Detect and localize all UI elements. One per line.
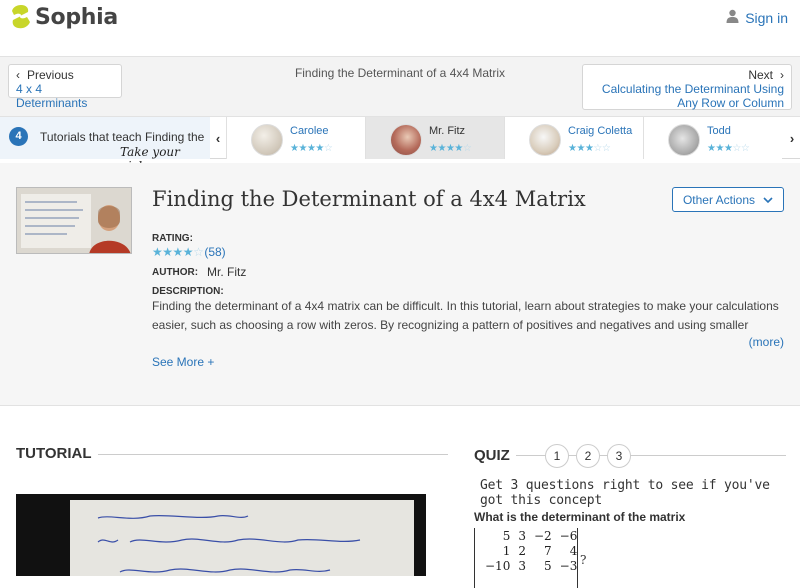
- star-empty-icon: ☆: [601, 143, 611, 154]
- logo-text: Sophia: [35, 4, 118, 30]
- quiz-step-2[interactable]: 2: [576, 444, 600, 468]
- star-empty-icon: ☆: [462, 143, 472, 154]
- chevron-down-icon: [763, 193, 773, 207]
- tutor-cards: Carolee ★★★★☆ Mr. Fitz ★★★★☆ Craig Colet…: [226, 117, 782, 159]
- star-filled-icon: ★: [576, 143, 585, 154]
- quiz-question: What is the determinant of the matrix: [474, 510, 686, 524]
- star-filled-icon: ★: [437, 143, 446, 154]
- other-actions-label: Other Actions: [682, 192, 756, 207]
- tutorials-strip: 4 Tutorials that teach Finding the Take …: [0, 117, 800, 173]
- tutor-avatar: [529, 124, 561, 156]
- matrix-cell: −6: [559, 529, 578, 543]
- rating-row: ★★★★☆ (58): [152, 245, 226, 259]
- tutor-avatar: [251, 124, 283, 156]
- tutor-rating-stars: ★★★★☆: [290, 143, 333, 154]
- more-link[interactable]: (more): [749, 335, 784, 349]
- star-filled-icon: ★: [162, 245, 173, 259]
- user-icon: [726, 9, 739, 26]
- video-thumbnail[interactable]: [16, 187, 132, 254]
- next-label: Next: [748, 68, 773, 82]
- tutorials-strip-text: Tutorials that teach Finding the: [40, 130, 205, 144]
- tutorials-strip-label: 4 Tutorials that teach Finding the Take …: [0, 117, 210, 173]
- tutorial-video-player[interactable]: [16, 494, 426, 576]
- question-mark: ?: [580, 553, 587, 567]
- matrix-cell: −3: [559, 559, 578, 573]
- strip-next-arrow-icon[interactable]: ›: [784, 117, 800, 159]
- matrix-cell: 3: [518, 559, 526, 573]
- matrix-cell: 5: [544, 559, 552, 573]
- matrix-cell: 2: [518, 544, 526, 558]
- description-text: Finding the determinant of a 4x4 matrix …: [152, 299, 779, 332]
- sign-in-label: Sign in: [745, 9, 788, 26]
- author-label: AUTHOR:: [152, 267, 199, 278]
- star-empty-icon: ☆: [732, 143, 741, 154]
- strip-prev-arrow-icon[interactable]: ‹: [210, 117, 226, 159]
- tutor-card-active[interactable]: Mr. Fitz ★★★★☆: [365, 117, 504, 159]
- star-empty-icon: ☆: [193, 245, 204, 259]
- tutorial-title: Finding the Determinant of a 4x4 Matrix: [152, 187, 586, 211]
- tutorial-details: Finding the Determinant of a 4x4 Matrix …: [0, 163, 800, 406]
- next-tutorial-link[interactable]: Next › Calculating the Determinant Using …: [582, 64, 792, 110]
- matrix-cell: 4: [569, 544, 578, 558]
- tutor-name: Todd: [707, 125, 731, 137]
- chevron-right-icon: ›: [780, 68, 784, 82]
- tutor-card[interactable]: Craig Coletta ★★★☆☆: [504, 117, 643, 159]
- question-matrix: 5 3 −2 −6 1 2 7 4 −10 3 5 −3: [474, 528, 578, 588]
- tutor-name: Mr. Fitz: [429, 125, 466, 137]
- tutor-rating-stars: ★★★★☆: [429, 143, 472, 154]
- star-empty-icon: ☆: [740, 143, 750, 154]
- tutorial-nav-row: ‹ Previous 4 x 4 Determinants Finding the…: [0, 57, 800, 117]
- tutorial-heading: TUTORIAL: [16, 445, 92, 462]
- star-filled-icon: ★: [172, 245, 184, 259]
- quiz-heading: QUIZ: [474, 447, 510, 464]
- tutorial-divider: [98, 454, 448, 455]
- matrix-cell: 3: [518, 529, 526, 543]
- star-filled-icon: ★: [298, 143, 307, 154]
- star-empty-icon: ☆: [593, 143, 602, 154]
- tutor-name: Craig Coletta: [568, 125, 633, 137]
- sign-in-link[interactable]: Sign in: [726, 9, 788, 26]
- star-filled-icon: ★: [315, 143, 324, 154]
- rating-count[interactable]: (58): [204, 245, 225, 259]
- matrix-cell: 7: [544, 544, 552, 558]
- see-more-link[interactable]: See More +: [152, 355, 214, 369]
- matrix-cell: −2: [533, 529, 552, 543]
- star-filled-icon: ★: [182, 245, 194, 259]
- tutor-card[interactable]: Carolee ★★★★☆: [226, 117, 365, 159]
- star-filled-icon: ★: [715, 143, 724, 154]
- matrix-cell: 5: [502, 529, 511, 543]
- tutor-avatar: [668, 124, 700, 156]
- star-filled-icon: ★: [454, 143, 463, 154]
- quiz-tagline: Get 3 questions right to see if you've g…: [480, 478, 770, 508]
- video-frame-whiteboard: [70, 500, 414, 576]
- quiz-step-3[interactable]: 3: [607, 444, 631, 468]
- other-actions-button[interactable]: Other Actions: [672, 187, 784, 212]
- star-empty-icon: ☆: [323, 143, 333, 154]
- tutor-avatar: [390, 124, 422, 156]
- author-name: Mr. Fitz: [207, 265, 247, 279]
- tutor-name: Carolee: [290, 125, 329, 137]
- tutor-card[interactable]: Todd ★★★☆☆: [643, 117, 782, 159]
- rating-stars: ★★★★☆: [152, 245, 204, 259]
- tutorial-count-badge: 4: [9, 127, 28, 146]
- quiz-step-1[interactable]: 1: [545, 444, 569, 468]
- matrix-cell: 1: [502, 544, 511, 558]
- tutor-rating-stars: ★★★☆☆: [568, 143, 611, 154]
- top-bar: Sophia Sign in: [0, 0, 800, 57]
- rating-label: RATING:: [152, 233, 193, 244]
- star-filled-icon: ★: [152, 245, 163, 259]
- description-label: DESCRIPTION:: [152, 286, 224, 297]
- sophia-logo-icon: [10, 4, 32, 30]
- tutor-rating-stars: ★★★☆☆: [707, 143, 750, 154]
- next-target: Calculating the Determinant Using Any Ro…: [601, 82, 784, 110]
- matrix-cell: −10: [485, 559, 511, 573]
- sophia-logo[interactable]: Sophia: [10, 4, 118, 30]
- previous-target: 4 x 4 Determinants: [16, 82, 88, 110]
